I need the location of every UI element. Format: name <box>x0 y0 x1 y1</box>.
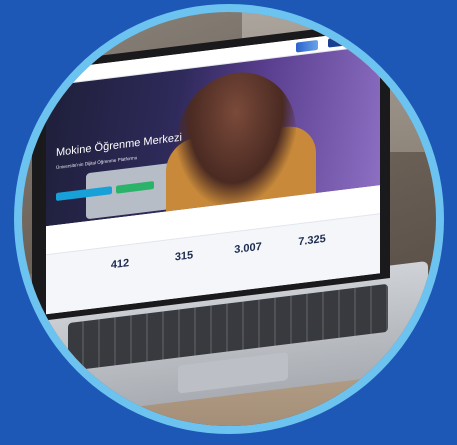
stat-value: 7.325 <box>298 232 326 249</box>
nav-primary-button[interactable] <box>328 36 348 48</box>
stat-value: 3.007 <box>234 240 262 257</box>
stat-item: 7.325 <box>282 231 342 252</box>
stat-item: 315 <box>154 247 214 268</box>
laptop-trackpad <box>178 352 288 394</box>
nav-secondary-button[interactable] <box>352 33 370 45</box>
stat-item: 412 <box>90 255 150 276</box>
stat-value: 315 <box>174 249 194 264</box>
hero-image-person <box>176 65 296 211</box>
stat-value: 412 <box>110 257 130 272</box>
site-logo[interactable] <box>296 39 318 53</box>
website-screen: Mokine Öğrenme Merkezi Üniversite'nin Di… <box>46 29 380 315</box>
laptop-screen-frame: Mokine Öğrenme Merkezi Üniversite'nin Di… <box>32 20 390 323</box>
photo-circle: Mokine Öğrenme Merkezi Üniversite'nin Di… <box>22 12 436 426</box>
stat-item: 3.007 <box>218 239 278 260</box>
